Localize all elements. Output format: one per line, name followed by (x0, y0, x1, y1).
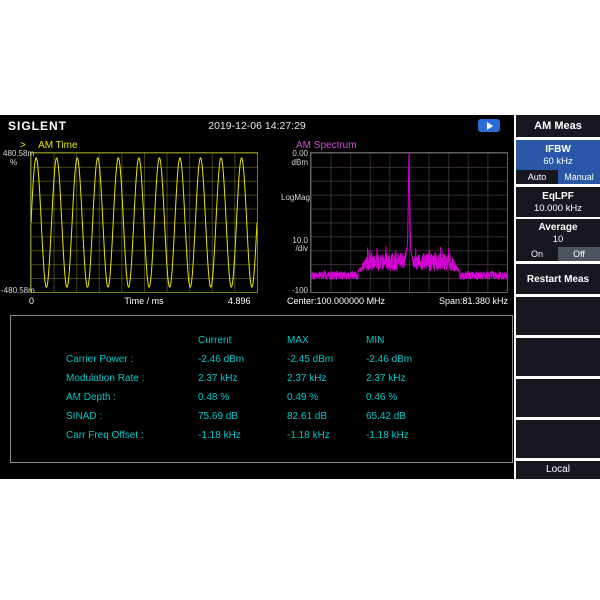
row-value: -2.46 dBm (366, 353, 412, 367)
average-toggle: On Off (516, 247, 600, 261)
usb-status-icon (478, 119, 500, 132)
row-value: -2.45 dBm (287, 353, 333, 367)
softkey-empty (516, 420, 600, 458)
eqlpf-label: EqLPF (542, 190, 574, 203)
am-time-x-label: Time / ms (30, 297, 258, 306)
menu-title: AM Meas (516, 115, 600, 137)
row-value: 75.69 dB (198, 410, 238, 424)
row-value: 0.49 % (287, 391, 318, 405)
local-button[interactable]: Local (516, 461, 600, 479)
main-display: SIGLENT 2019-12-06 14:27:29 > AM Time 48… (0, 115, 514, 479)
table-header-row: Current MAX MIN (11, 334, 512, 348)
am-spectrum-y-unit: dBm (278, 159, 308, 167)
am-time-y-min: -480.58m (1, 287, 35, 295)
softkey-empty (516, 379, 600, 417)
table-header-min: MIN (366, 334, 384, 348)
row-value: 82.61 dB (287, 410, 327, 424)
am-time-title-text: AM Time (38, 140, 77, 151)
average-value: 10 (553, 234, 564, 246)
table-row: Carr Freq Offset : -1.18 kHz -1.18 kHz -1.1… (11, 429, 512, 443)
am-time-y-unit: % (10, 159, 17, 167)
ifbw-manual-option[interactable]: Manual (558, 170, 600, 184)
average-button[interactable]: Average 10 (516, 219, 600, 247)
row-value: 0.46 % (366, 391, 397, 405)
row-value: -2.46 dBm (198, 353, 244, 367)
row-value: 2.37 kHz (287, 372, 326, 386)
average-on-option[interactable]: On (516, 247, 558, 261)
row-value: -1.18 kHz (287, 429, 330, 443)
instrument-screen: SIGLENT 2019-12-06 14:27:29 > AM Time 48… (0, 115, 600, 479)
am-spectrum-span: Span:81.380 kHz (400, 297, 508, 306)
row-label: Modulation Rate : (66, 372, 144, 386)
ifbw-button[interactable]: IFBW 60 kHz (516, 140, 600, 170)
usb-arrow-icon (487, 122, 493, 130)
ifbw-label: IFBW (545, 143, 571, 156)
table-row: Carrier Power : -2.46 dBm -2.45 dBm -2.46 d… (11, 353, 512, 367)
am-time-plot (30, 152, 258, 293)
eqlpf-value: 10.000 kHz (534, 203, 582, 215)
am-spectrum-y-min: -100 (278, 287, 308, 295)
am-spectrum-center-freq: Center:100.000000 MHz (287, 297, 385, 306)
row-value: -1.18 kHz (198, 429, 241, 443)
am-spectrum-ref-level: 0.00 (278, 150, 308, 158)
row-label: Carrier Power : (66, 353, 133, 367)
row-value: 2.37 kHz (198, 372, 237, 386)
table-row: Modulation Rate : 2.37 kHz 2.37 kHz 2.37 kH… (11, 372, 512, 386)
row-value: -1.18 kHz (366, 429, 409, 443)
soft-menu-sidebar: AM Meas IFBW 60 kHz Auto Manual EqLPF 10… (516, 115, 600, 479)
datetime-label: 2019-12-06 14:27:29 (0, 120, 514, 132)
row-label: SINAD : (66, 410, 102, 424)
average-label: Average (538, 221, 577, 234)
eqlpf-button[interactable]: EqLPF 10.000 kHz (516, 187, 600, 217)
table-header-max: MAX (287, 334, 309, 348)
measurement-table: Current MAX MIN Carrier Power : -2.46 dBm -2.… (10, 315, 513, 463)
softkey-empty (516, 297, 600, 335)
status-bar: SIGLENT 2019-12-06 14:27:29 (0, 115, 514, 137)
ifbw-mode-toggle: Auto Manual (516, 170, 600, 184)
softkey-empty (516, 338, 600, 376)
am-spectrum-scale-label: LogMag (281, 194, 310, 202)
ifbw-value: 60 kHz (543, 156, 573, 168)
am-time-waveform (31, 153, 257, 292)
row-value: 0.48 % (198, 391, 229, 405)
am-time-x-end: 4.896 (228, 297, 251, 306)
row-label: AM Depth : (66, 391, 116, 405)
ifbw-auto-option[interactable]: Auto (516, 170, 558, 184)
row-value: 65.42 dB (366, 410, 406, 424)
am-spectrum-per-div-suffix: /div (278, 245, 308, 253)
row-label: Carr Freq Offset : (66, 429, 144, 443)
am-time-y-max: 480.58m (3, 150, 34, 158)
row-value: 2.37 kHz (366, 372, 405, 386)
restart-meas-button[interactable]: Restart Meas (516, 264, 600, 294)
table-header-current: Current (198, 334, 231, 348)
am-spectrum-trace (311, 153, 507, 292)
average-off-option[interactable]: Off (558, 247, 600, 261)
am-spectrum-plot (310, 152, 508, 293)
table-row: AM Depth : 0.48 % 0.49 % 0.46 % (11, 391, 512, 405)
table-row: SINAD : 75.69 dB 82.61 dB 65.42 dB (11, 410, 512, 424)
